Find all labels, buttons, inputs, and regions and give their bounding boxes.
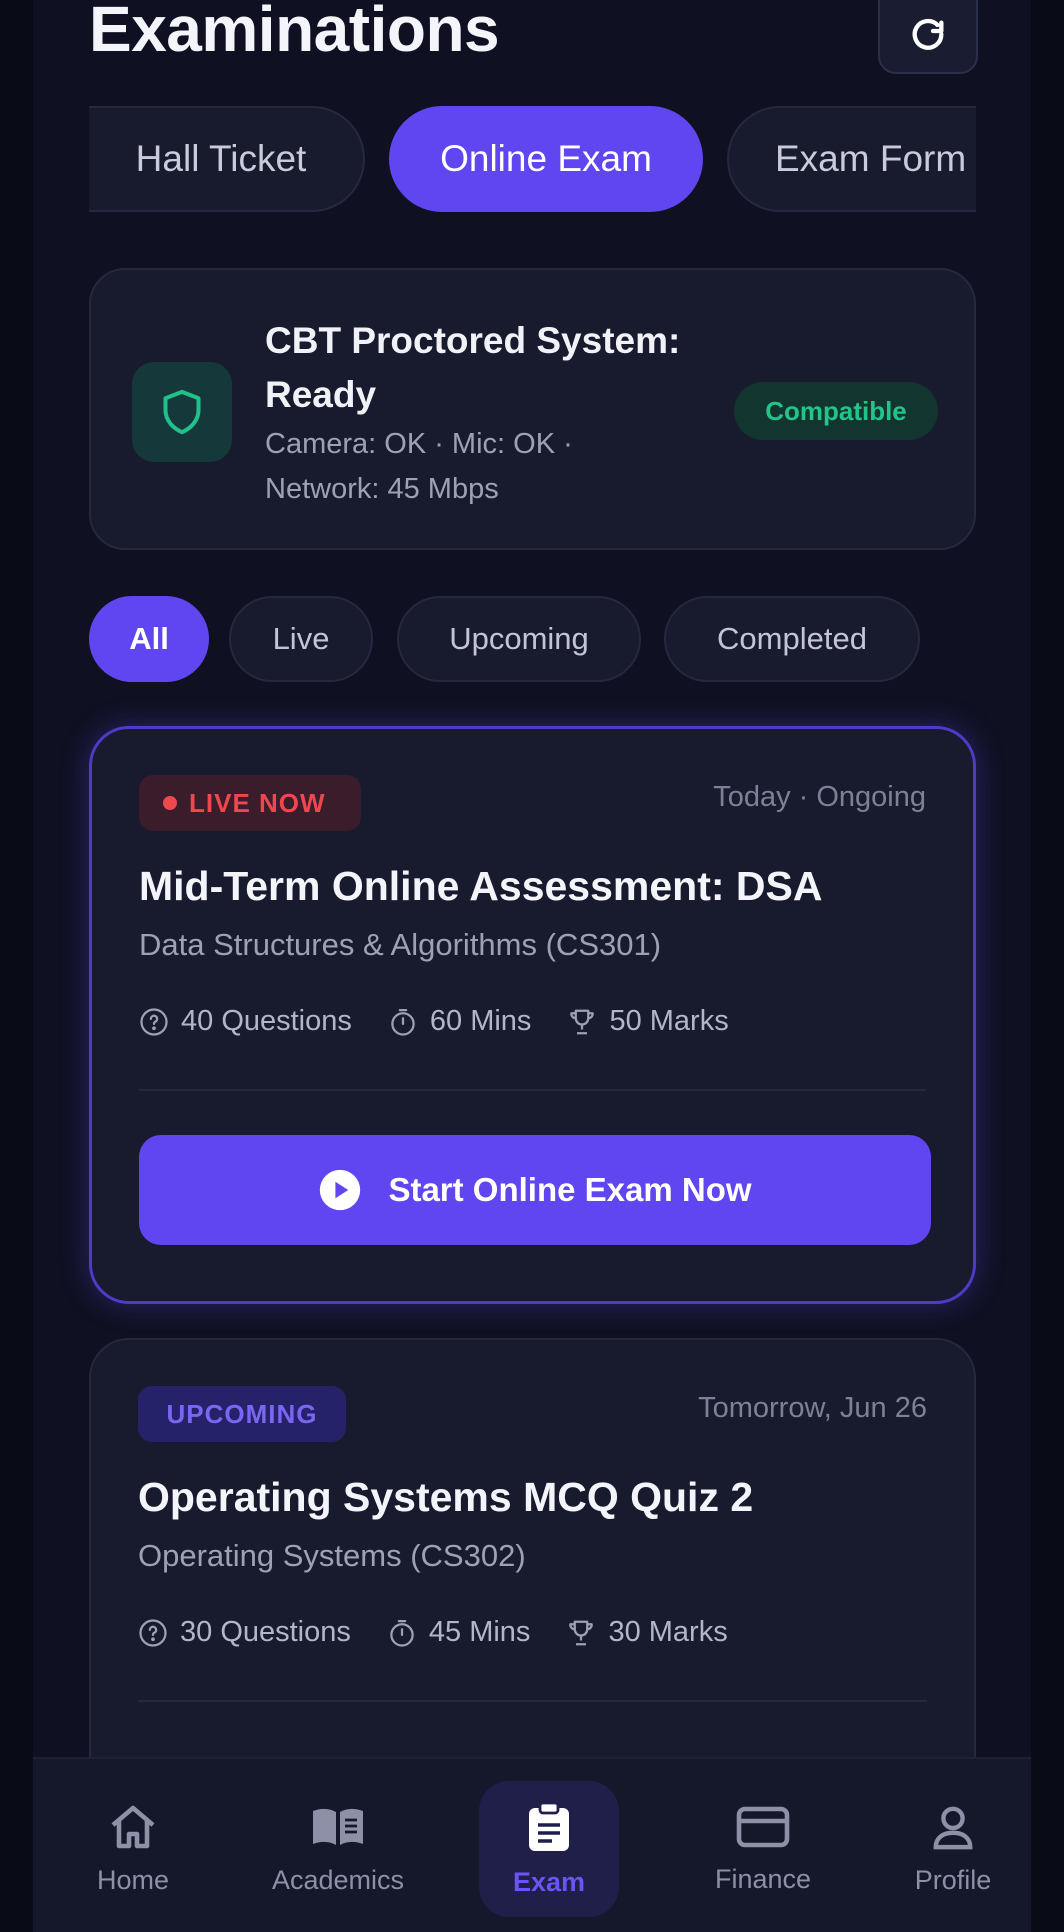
clipboard-icon [529,1801,569,1851]
nav-home[interactable]: Home [63,1781,203,1917]
shield-icon [163,389,201,435]
refresh-icon [912,18,944,50]
tab-exam-form[interactable]: Exam Form [727,106,976,212]
nav-label: Academics [271,1864,405,1895]
filter-label: Upcoming [449,621,589,656]
exam-subject: Operating Systems (CS302) [138,1538,526,1573]
filter-label: Live [272,621,330,656]
upcoming-status-badge: UPCOMING [138,1386,346,1442]
refresh-button[interactable] [878,0,978,74]
nav-exam[interactable]: Exam [479,1781,619,1917]
timer-icon [390,1619,414,1647]
marks-text: 50 Marks [609,1005,729,1037]
tab-online-exam[interactable]: Online Exam [389,106,703,212]
live-dot-icon [163,796,177,810]
exam-meta: 40 Questions 60 Mins 50 Marks [139,1005,765,1038]
page-title: Examinations [89,0,500,65]
question-circle-icon [140,1007,168,1036]
start-exam-label: Start Online Exam Now [388,1171,752,1208]
questions-count: 40 Questions [139,1005,352,1038]
trophy-icon [570,1009,595,1034]
exam-section-tabs: Hall Ticket Online Exam Exam Form [89,106,976,214]
start-exam-button[interactable]: Start Online Exam Now [139,1135,931,1245]
exam-title: Mid-Term Online Assessment: DSA [139,863,823,909]
status-label: UPCOMING [166,1398,318,1429]
filter-upcoming[interactable]: Upcoming [397,596,641,682]
exam-meta: 30 Questions 45 Mins 30 Marks [138,1616,764,1649]
filter-label: All [129,621,169,656]
home-icon [111,1805,155,1848]
marks-text: 30 Marks [608,1616,728,1648]
trophy-icon [569,1620,594,1645]
system-check-card: CBT Proctored System: Ready Camera: OK ·… [89,268,976,550]
exam-card-live: LIVE NOW Today · Ongoing Mid-Term Online… [89,726,976,1304]
marks: 30 Marks [566,1616,728,1649]
filter-all[interactable]: All [89,596,209,682]
credit-card-icon [736,1806,790,1847]
nav-label: Profile [914,1864,992,1895]
app-screen: Examinations Hall Ticket Online Exam Exa… [33,0,1031,1932]
timer-icon [391,1008,415,1036]
duration: 45 Mins [387,1616,531,1649]
filter-completed[interactable]: Completed [664,596,920,682]
system-status-title: CBT Proctored System: Ready [265,320,681,415]
book-icon [313,1808,363,1845]
question-circle-icon [139,1618,167,1647]
nav-finance[interactable]: Finance [673,1781,853,1917]
tab-label: Hall Ticket [135,138,307,179]
compatibility-badge: Compatible [734,382,938,440]
duration-text: 60 Mins [429,1005,532,1037]
nav-profile[interactable]: Profile [873,1781,1031,1917]
live-status-badge: LIVE NOW [139,775,361,831]
duration: 60 Mins [388,1005,532,1038]
exam-date: Tomorrow, Jun 26 [698,1392,927,1424]
nav-label: Exam [512,1866,586,1897]
status-label: LIVE NOW [189,787,326,818]
tab-label: Online Exam [440,138,652,179]
marks: 50 Marks [567,1005,729,1038]
filter-label: Completed [717,621,867,656]
card-divider [139,1089,926,1091]
user-icon [933,1806,973,1849]
play-circle-icon [320,1169,361,1211]
tab-label: Exam Form [775,138,967,179]
nav-label: Finance [714,1863,812,1894]
questions-text: 40 Questions [181,1005,352,1037]
shield-icon-box [132,362,232,462]
bottom-navigation: Home Academics Exam Finance Profile [33,1757,1031,1932]
tab-hall-ticket[interactable]: Hall Ticket [89,106,365,212]
system-status-details: Camera: OK · Mic: OK · Network: 45 Mbps [265,428,573,505]
questions-count: 30 Questions [138,1616,351,1649]
duration-text: 45 Mins [428,1616,531,1648]
nav-academics[interactable]: Academics [238,1781,438,1917]
filter-live[interactable]: Live [229,596,373,682]
nav-label: Home [96,1864,170,1895]
exam-subject: Data Structures & Algorithms (CS301) [139,927,662,962]
card-divider [138,1700,927,1702]
exam-title: Operating Systems MCQ Quiz 2 [138,1474,754,1520]
exam-date: Today · Ongoing [713,781,926,813]
questions-text: 30 Questions [180,1616,351,1648]
